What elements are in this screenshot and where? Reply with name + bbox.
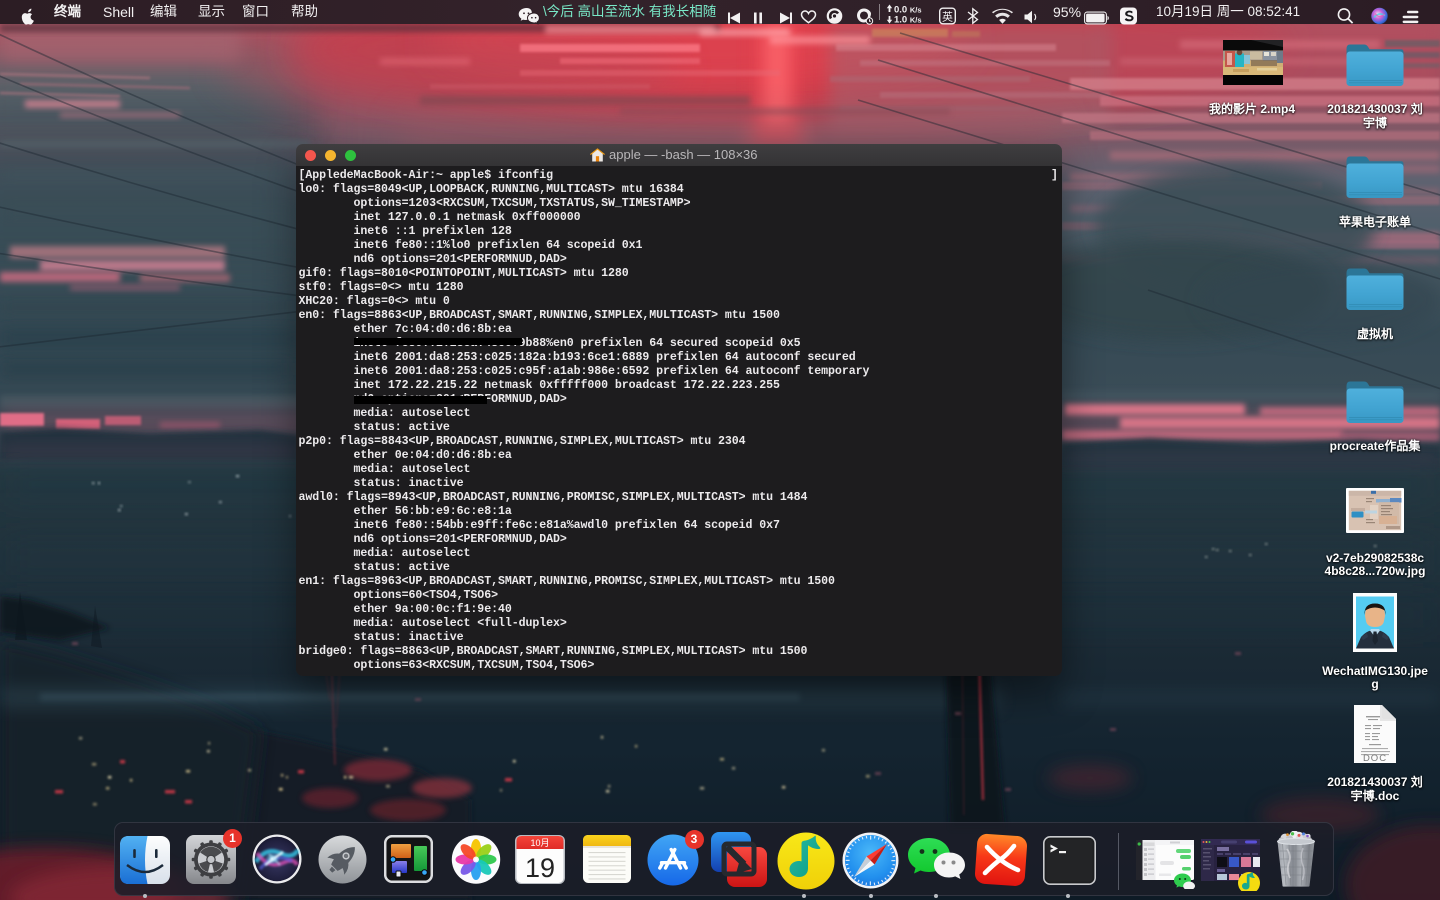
svg-text:DOC: DOC — [1362, 753, 1386, 764]
svg-text:10月: 10月 — [530, 838, 549, 848]
svg-text:19: 19 — [525, 853, 555, 883]
svg-text:英: 英 — [942, 9, 953, 23]
svg-text:1.0 K/s: 1.0 K/s — [894, 15, 922, 26]
